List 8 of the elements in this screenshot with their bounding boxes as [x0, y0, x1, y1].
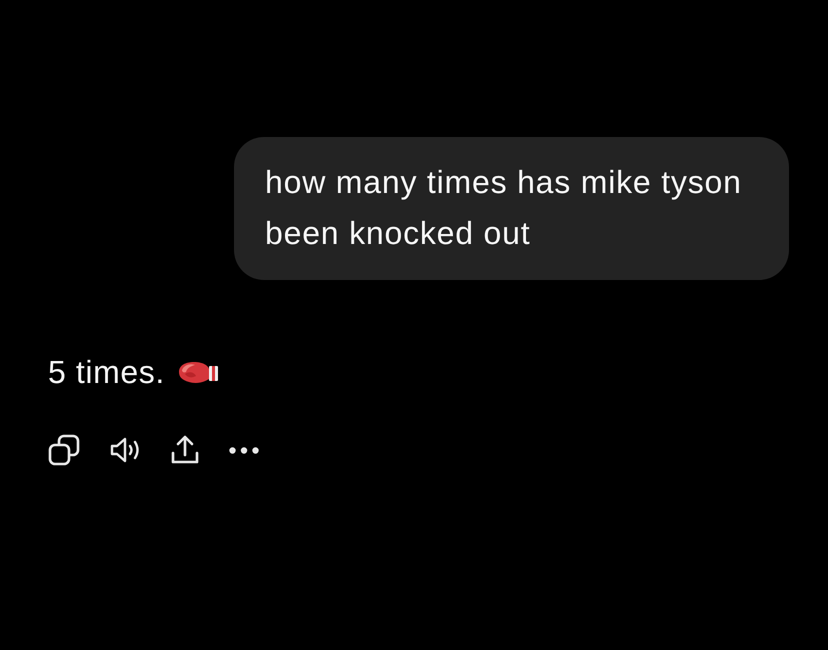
reply-text: 5 times.: [48, 353, 165, 391]
copy-button[interactable]: [48, 434, 80, 466]
share-button[interactable]: [170, 434, 200, 466]
copy-icon: [48, 434, 80, 466]
more-icon: [229, 446, 259, 454]
share-icon: [170, 434, 200, 466]
user-message-bubble: how many times has mike tyson been knocked out: [234, 137, 789, 280]
boxing-glove-icon: [176, 360, 219, 384]
